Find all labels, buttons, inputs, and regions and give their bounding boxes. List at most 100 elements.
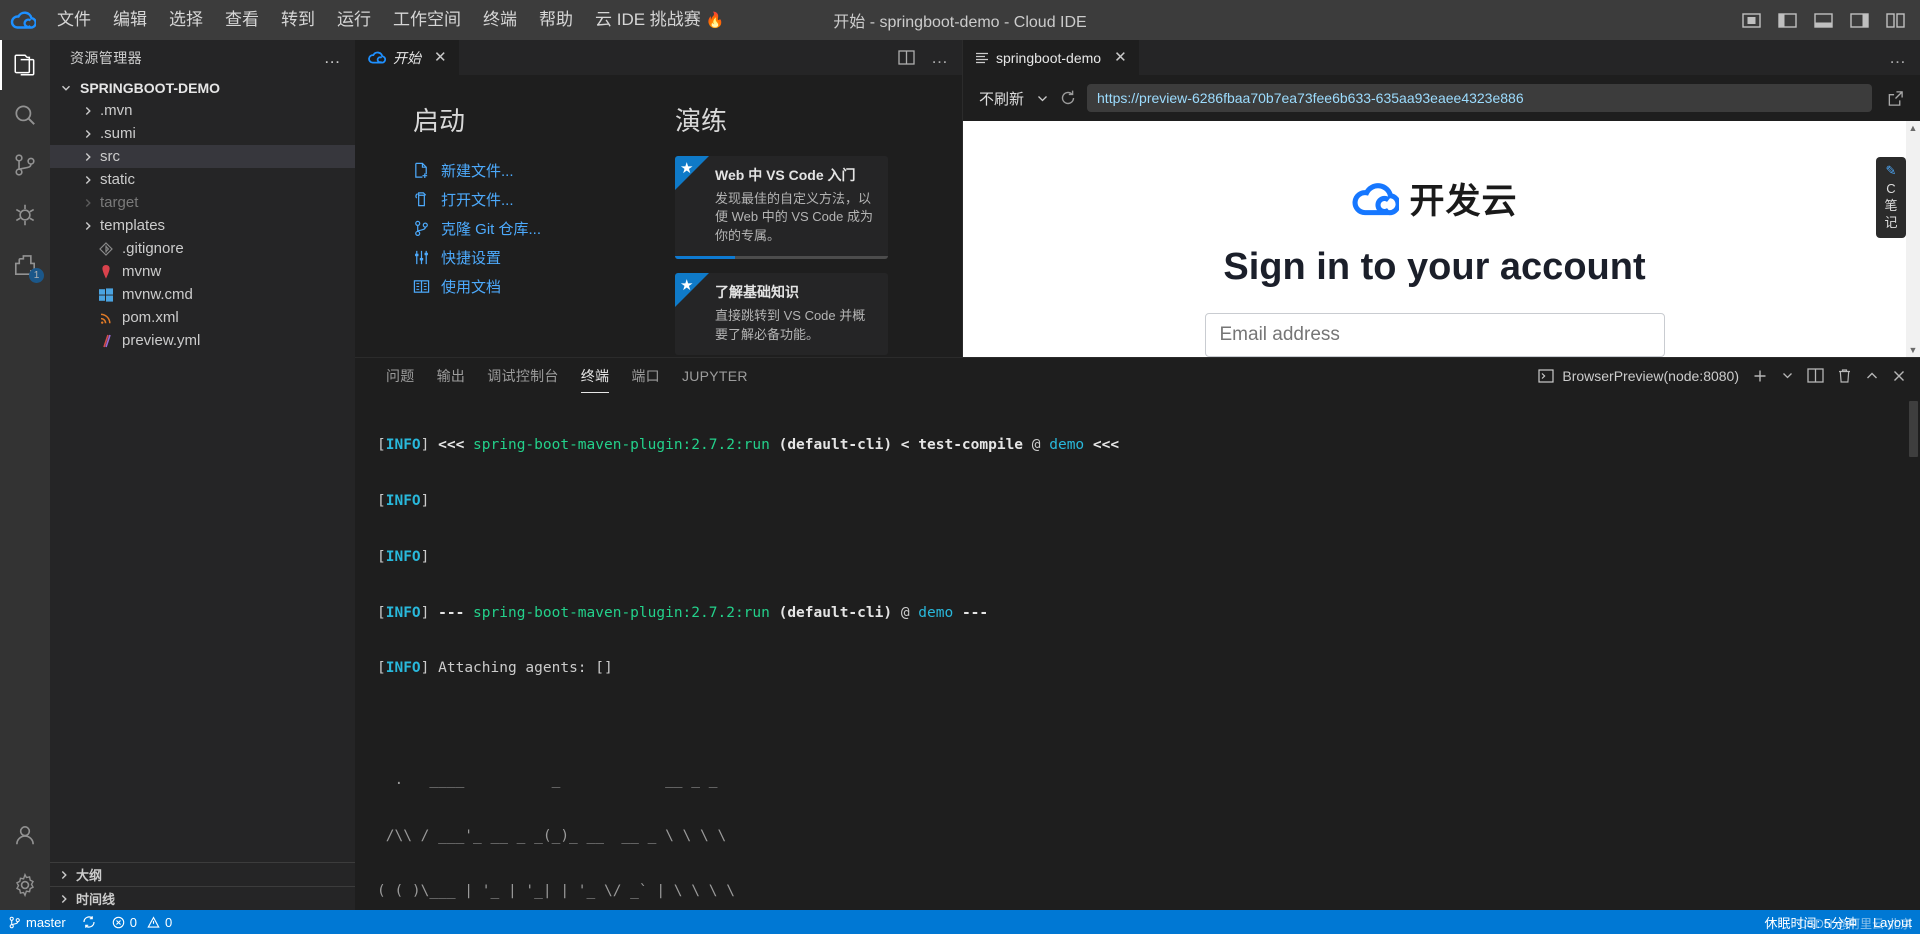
new-terminal-icon[interactable]: [1752, 368, 1768, 384]
status-problems[interactable]: 0 0: [104, 910, 180, 934]
more-actions-icon[interactable]: …: [931, 49, 948, 66]
panel-tab-debug-console[interactable]: 调试控制台: [476, 358, 570, 393]
panel-tab-output[interactable]: 输出: [426, 358, 477, 393]
walkthrough-card-progress: [675, 256, 888, 260]
layout-center-icon[interactable]: [1740, 9, 1762, 31]
welcome-link-quick-settings[interactable]: 快捷设置: [413, 243, 655, 272]
settings-sliders-icon: [413, 249, 430, 266]
watermark: CSDN @阿里云-北京: [1798, 917, 1912, 931]
tree-item-templates[interactable]: templates: [50, 214, 355, 237]
extensions-badge: 1: [29, 268, 44, 283]
welcome-page: 启动 新建文件... 打开文件... 克隆 Git 仓库... 快捷设置 使用文…: [355, 75, 962, 357]
tree-item-mvn[interactable]: .mvn: [50, 99, 355, 122]
scroll-up-icon[interactable]: ▲: [1909, 122, 1918, 134]
terminal-output[interactable]: [INFO] <<< spring-boot-maven-plugin:2.7.…: [355, 393, 1920, 910]
toggle-sidebar-icon[interactable]: [1776, 9, 1798, 31]
split-editor-icon[interactable]: [898, 50, 915, 65]
kill-terminal-icon[interactable]: [1837, 368, 1852, 384]
menu-file[interactable]: 文件: [46, 6, 102, 34]
tree-item-target[interactable]: target: [50, 191, 355, 214]
activity-item-run-debug[interactable]: [0, 190, 50, 240]
walkthrough-card-title: 了解基础知识: [715, 284, 799, 301]
refresh-mode-select[interactable]: 不刷新: [979, 88, 1049, 109]
welcome-link-label: 快捷设置: [441, 250, 502, 267]
activity-item-accounts[interactable]: [0, 810, 50, 860]
menu-view[interactable]: 查看: [214, 6, 270, 34]
tree-item-static[interactable]: static: [50, 168, 355, 191]
tree-item-pom-xml[interactable]: pom.xml: [50, 306, 355, 329]
tab-preview-label: springboot-demo: [996, 49, 1102, 66]
menu-help[interactable]: 帮助: [528, 6, 584, 34]
activity-item-explorer[interactable]: [0, 40, 50, 90]
tree-item-mvnw[interactable]: mvnw: [50, 260, 355, 283]
tree-item-sumi[interactable]: .sumi: [50, 122, 355, 145]
scroll-down-icon[interactable]: ▼: [1909, 344, 1918, 356]
notes-rail[interactable]: ✎ C 笔 记: [1876, 157, 1906, 238]
terminal-banner-line: /\\ / ___'_ __ _ _(_)_ __ __ _ \ \ \ \: [377, 827, 727, 844]
toggle-panel-icon[interactable]: [1812, 9, 1834, 31]
account-icon: [12, 822, 38, 848]
more-actions-icon[interactable]: …: [318, 48, 347, 68]
reload-icon[interactable]: [1059, 89, 1077, 107]
refresh-mode-label: 不刷新: [979, 90, 1025, 108]
walkthrough-card-title: Web 中 VS Code 入门: [715, 167, 856, 183]
tree-item-src[interactable]: src: [50, 145, 355, 168]
tree-root-springboot-demo[interactable]: SPRINGBOOT-DEMO: [50, 76, 355, 99]
welcome-walkthrough-column: 演练 ★ Web 中 VS Code 入门 发现最佳的自定义方法，以便 Web …: [655, 101, 962, 357]
sidebar-section-outline[interactable]: 大纲: [50, 862, 355, 886]
close-icon[interactable]: ✕: [1114, 50, 1127, 65]
tab-welcome[interactable]: 开始 ✕: [355, 40, 459, 75]
walkthrough-card-basics[interactable]: ★ 了解基础知识 直接跳转到 VS Code 并概要了解必备功能。: [675, 273, 888, 356]
preview-scrollbar[interactable]: ▲ ▼: [1906, 121, 1920, 357]
welcome-link-new-file[interactable]: 新建文件...: [413, 156, 655, 185]
collapse-panel-icon[interactable]: [1865, 369, 1879, 383]
activity-item-settings[interactable]: [0, 860, 50, 910]
walkthrough-card-vscode-web[interactable]: ★ Web 中 VS Code 入门 发现最佳的自定义方法，以便 Web 中的 …: [675, 156, 888, 260]
email-field[interactable]: Email address: [1204, 313, 1665, 357]
menu-selection[interactable]: 选择: [158, 6, 214, 34]
menu-goto[interactable]: 转到: [270, 6, 326, 34]
close-panel-icon[interactable]: [1892, 369, 1906, 383]
welcome-link-label: 克隆 Git 仓库...: [441, 221, 542, 238]
menu-cloud-ide-challenge[interactable]: 云 IDE 挑战赛 🔥: [584, 6, 735, 34]
url-input[interactable]: https://preview-6286fbaa70b7ea73fee6b633…: [1087, 84, 1872, 112]
status-branch[interactable]: master: [0, 910, 74, 934]
menu-workspace[interactable]: 工作空间: [382, 6, 472, 34]
activity-item-search[interactable]: [0, 90, 50, 140]
chevron-right-icon: [80, 128, 96, 140]
tree-item-preview-yml[interactable]: preview.yml: [50, 329, 355, 352]
sidebar-section-timeline[interactable]: 时间线: [50, 886, 355, 910]
menu-run[interactable]: 运行: [326, 6, 382, 34]
more-actions-icon[interactable]: …: [1889, 49, 1906, 66]
activity-item-source-control[interactable]: [0, 140, 50, 190]
welcome-link-docs[interactable]: 使用文档: [413, 272, 655, 301]
tree-item-label: static: [100, 171, 136, 188]
panel-tab-jupyter[interactable]: JUPYTER: [671, 358, 759, 393]
panel-tab-terminal[interactable]: 终端: [570, 358, 621, 393]
welcome-link-open-file[interactable]: 打开文件...: [413, 185, 655, 214]
toggle-secondary-icon[interactable]: [1848, 9, 1870, 31]
panel-tab-problems[interactable]: 问题: [375, 358, 426, 393]
tree-item-gitignore[interactable]: .gitignore: [50, 237, 355, 260]
warning-icon: [147, 915, 160, 929]
git-branch-icon: [8, 916, 21, 929]
cloud-ide-icon: [367, 50, 386, 65]
menu-terminal[interactable]: 终端: [472, 6, 528, 34]
terminal-selector[interactable]: BrowserPreview(node:8080): [1538, 368, 1739, 384]
tree-item-mvnw-cmd[interactable]: mvnw.cmd: [50, 283, 355, 306]
tab-springboot-demo-preview[interactable]: springboot-demo ✕: [963, 40, 1139, 75]
tree-item-label: mvnw.cmd: [122, 286, 193, 303]
split-terminal-icon[interactable]: [1807, 368, 1824, 383]
open-external-icon[interactable]: [1882, 90, 1908, 107]
status-sync[interactable]: [74, 910, 104, 934]
pencil-icon[interactable]: ✎: [1886, 163, 1897, 179]
menu-edit[interactable]: 编辑: [102, 6, 158, 34]
activity-item-extensions[interactable]: 1: [0, 240, 50, 290]
close-icon[interactable]: ✕: [434, 50, 447, 65]
welcome-link-clone-git[interactable]: 克隆 Git 仓库...: [413, 214, 655, 243]
customize-layout-icon[interactable]: [1884, 9, 1906, 31]
panel-tab-ports[interactable]: 端口: [620, 358, 671, 393]
chevron-down-icon[interactable]: [1781, 369, 1794, 382]
flame-icon: 🔥: [705, 11, 725, 29]
terminal-scrollbar[interactable]: [1909, 401, 1918, 457]
